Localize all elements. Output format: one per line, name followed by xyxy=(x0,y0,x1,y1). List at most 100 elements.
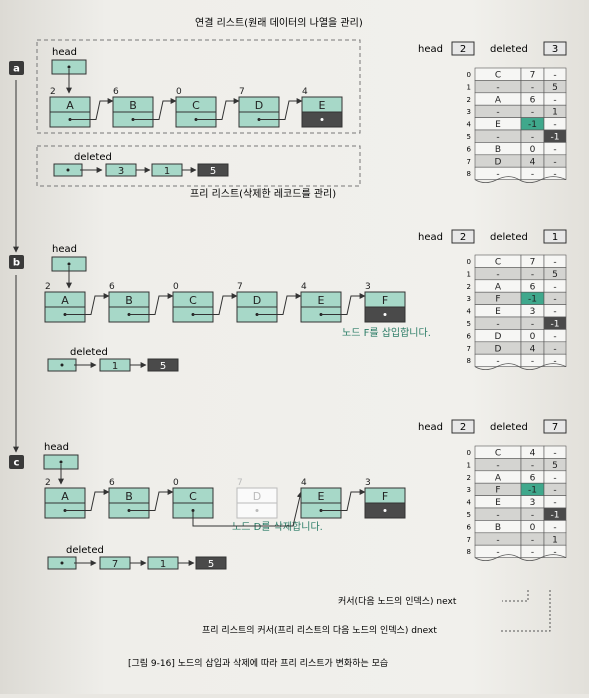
node-label: D xyxy=(255,99,263,112)
node-index: 6 xyxy=(109,478,115,488)
cursor-next-label: 커서(다음 노드의 인덱스) next xyxy=(338,596,457,607)
table-cell-value: - xyxy=(531,108,534,118)
table-cell-value: - xyxy=(553,449,556,459)
table-cell-value: E xyxy=(495,120,501,130)
table-cell-value: 3 xyxy=(530,498,536,508)
table-cell-value: A xyxy=(495,473,502,483)
node-E: 4E xyxy=(300,282,366,323)
node-E: 4E xyxy=(300,478,366,519)
table-cell-value: B xyxy=(495,523,501,533)
node-A: 2A xyxy=(44,282,110,323)
table-cell-value: - xyxy=(553,307,556,317)
table-row-index: 8 xyxy=(467,548,471,556)
table-row-index: 2 xyxy=(467,96,471,104)
table-cell-value: 7 xyxy=(530,258,536,268)
node-F: 3F xyxy=(364,478,406,519)
table-cell-value: - xyxy=(496,270,499,280)
table-cell-value: 0 xyxy=(530,523,536,533)
table-cell-value: C xyxy=(495,449,501,459)
table-row-index: 2 xyxy=(467,474,471,482)
free-node-index: 3 xyxy=(118,166,124,177)
table-cell-value: -1 xyxy=(551,320,560,330)
table-cell-value: - xyxy=(531,357,534,367)
section-badge-label: b xyxy=(13,258,20,269)
figure: 연결 리스트(원래 데이터의 나열을 관리) 프리 리스트(삭제한 레코드를 관… xyxy=(0,0,589,694)
free-node-index: 5 xyxy=(210,166,216,177)
table-cell-value: - xyxy=(531,170,534,180)
table-row-index: 8 xyxy=(467,170,471,178)
pointer-dot xyxy=(60,363,64,367)
node-index: 7 xyxy=(237,282,243,292)
node-index: 0 xyxy=(173,478,179,488)
table-cell-value: - xyxy=(553,498,556,508)
table-cell-value: D xyxy=(495,157,502,167)
table-cell-value: -1 xyxy=(528,120,537,130)
index-table: 0 C 7 -1- -52 A 6 -3 F -1 -4 E 3 -5- - -16 D 0 -7 D 4 -8- - - xyxy=(467,254,567,370)
node-index: 4 xyxy=(302,87,308,97)
section-b: bhead2A6B0C7D4E3Fdeleted1 5head 2 deleted 10… xyxy=(9,229,567,372)
pointer-dot xyxy=(383,509,387,512)
node-label: C xyxy=(192,99,200,112)
table-cell-value: - xyxy=(531,535,534,545)
section-badge-label: a xyxy=(13,64,20,75)
table-cell-value: - xyxy=(553,295,556,305)
table-cell-value: 4 xyxy=(530,344,536,354)
table-cell-value: - xyxy=(553,258,556,268)
table-cell-value: - xyxy=(553,486,556,496)
table-row-index: 6 xyxy=(467,145,472,153)
pointer-dot xyxy=(255,509,259,512)
head-label: head xyxy=(52,244,77,255)
table-cell-value: -1 xyxy=(551,133,560,143)
linked-list-title: 연결 리스트(원래 데이터의 나열을 관리) xyxy=(195,17,363,29)
node-B: 6B xyxy=(108,478,174,519)
node-label: C xyxy=(189,490,197,503)
table-cell-value: 4 xyxy=(530,449,536,459)
table-row-index: 6 xyxy=(467,332,472,340)
table-deleted-label: deleted xyxy=(490,44,528,55)
pointer-dot xyxy=(67,262,71,266)
node-label: E xyxy=(318,490,325,503)
table-cell-value: - xyxy=(553,548,556,558)
table-cell-value: 6 xyxy=(530,473,536,483)
node-label: A xyxy=(61,294,69,307)
free-node-index: 5 xyxy=(208,559,214,570)
node-label: E xyxy=(319,99,326,112)
node-B: 6B xyxy=(108,282,174,323)
deleted-label: deleted xyxy=(74,152,112,163)
table-deleted-value: 1 xyxy=(552,232,558,243)
table-cell-value: -1 xyxy=(528,295,537,305)
node-index: 2 xyxy=(45,478,51,488)
table-row-index: 5 xyxy=(467,511,471,519)
section-badge-label: c xyxy=(14,458,20,469)
free-node-index: 1 xyxy=(112,361,118,372)
table-row-index: 8 xyxy=(467,357,471,365)
table-cell-value: E xyxy=(495,498,501,508)
node-label: B xyxy=(125,294,133,307)
table-row-index: 7 xyxy=(467,345,471,353)
node-A: 2A xyxy=(49,87,114,128)
node-D: 7D xyxy=(236,282,302,323)
dnext-leader-line xyxy=(500,590,551,632)
table-cell-value: - xyxy=(531,461,534,471)
table-deleted-label: deleted xyxy=(490,232,528,243)
node-label: C xyxy=(189,294,197,307)
table-cell-value: - xyxy=(553,357,556,367)
table-row-index: 1 xyxy=(467,83,471,91)
table-deleted-value: 3 xyxy=(552,44,558,55)
insert-note: 노드 F를 삽입합니다. xyxy=(342,326,431,339)
table-row-index: 7 xyxy=(467,536,471,544)
node-label: F xyxy=(382,294,388,307)
node-index: 4 xyxy=(301,478,307,488)
table-cell-value: - xyxy=(496,108,499,118)
table-row-index: 5 xyxy=(467,320,471,328)
pointer-dot xyxy=(383,313,387,316)
table-deleted-label: deleted xyxy=(490,422,528,433)
table-cell-value: - xyxy=(553,344,556,354)
node-label: D xyxy=(253,294,261,307)
table-cell-value: F xyxy=(495,295,500,305)
table-row-index: 7 xyxy=(467,158,471,166)
table-cell-value: D xyxy=(495,344,502,354)
section-c: chead2A6B0C7D4E3Fdeleted7 1 5head 2 deleted 7… xyxy=(9,419,567,570)
free-list-title: 프리 리스트(삭제한 레코드를 관리) xyxy=(190,188,336,200)
table-cell-value: E xyxy=(495,307,501,317)
